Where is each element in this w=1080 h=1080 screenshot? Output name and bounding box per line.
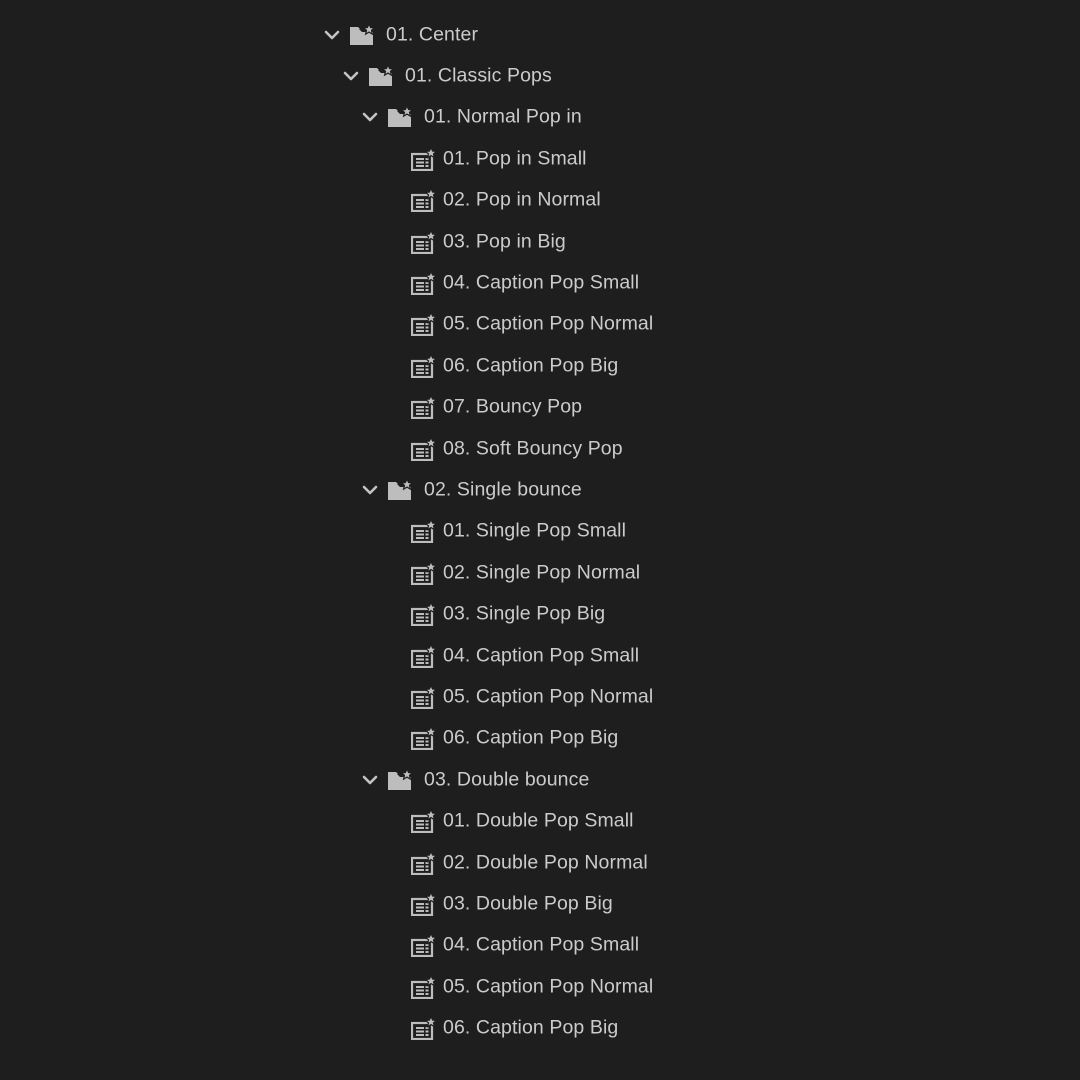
tree-item-preset[interactable]: 05. Caption Pop Normal [0,304,1080,345]
preset-star-icon [410,559,439,585]
preset-star-icon [410,890,439,916]
folder-star-icon [349,22,377,47]
folder-star-icon [368,63,396,88]
tree-item-label: 08. Soft Bouncy Pop [443,437,623,460]
tree-folder-label: 01. Classic Pops [405,64,552,87]
tree-item-label: 04. Caption Pop Small [443,933,640,956]
tree-item-preset[interactable]: 04. Caption Pop Small [0,635,1080,676]
preset-star-icon [410,849,439,875]
preset-star-icon [410,435,439,461]
tree-item-preset[interactable]: 03. Single Pop Big [0,593,1080,634]
preset-star-icon [410,973,439,999]
tree-item-label: 01. Single Pop Small [443,519,627,542]
tree-item-label: 03. Single Pop Big [443,602,606,625]
tree-item-preset[interactable]: 08. Soft Bouncy Pop [0,428,1080,469]
folder-star-icon [387,104,415,129]
tree-item-label: 02. Double Pop Normal [443,851,648,873]
tree-item-preset[interactable]: 06. Caption Pop Big [0,345,1080,386]
tree-item-label: 01. Pop in Small [443,147,587,170]
preset-star-icon [410,932,439,958]
tree-folder-double-bounce[interactable]: 03. Double bounce [0,759,1080,800]
tree-item-label: 01. Double Pop Small [443,809,634,832]
preset-star-icon [410,518,439,544]
tree-folder-label: 03. Double bounce [424,768,590,791]
preset-star-icon [410,601,439,627]
tree-item-preset[interactable]: 02. Pop in Normal [0,180,1080,221]
preset-star-icon [410,311,439,337]
tree-item-label: 05. Caption Pop Normal [443,312,654,335]
tree-item-label: 05. Caption Pop Normal [443,975,654,998]
tree-item-label: 04. Caption Pop Small [443,644,640,667]
chevron-down-icon[interactable] [361,481,379,499]
chevron-down-icon[interactable] [361,108,379,126]
preset-star-icon [410,145,439,171]
tree-item-label: 02. Pop in Normal [443,188,601,211]
tree-item-preset[interactable]: 01. Pop in Small [0,138,1080,179]
tree-item-label: 06. Caption Pop Big [443,1016,619,1039]
tree-item-preset[interactable]: 05. Caption Pop Normal [0,966,1080,1007]
tree-item-label: 03. Double Pop Big [443,892,613,915]
tree-item-preset[interactable]: 04. Caption Pop Small [0,925,1080,966]
tree-folder-label: 01. Center [386,23,479,46]
tree-item-preset[interactable]: 02. Double Pop Normal [0,842,1080,883]
tree-item-preset[interactable]: 07. Bouncy Pop [0,387,1080,428]
chevron-down-icon[interactable] [361,771,379,789]
tree-folder-single-bounce[interactable]: 02. Single bounce [0,469,1080,510]
tree-item-preset[interactable]: 02. Single Pop Normal [0,552,1080,593]
preset-star-icon [410,228,439,254]
tree-item-label: 04. Caption Pop Small [443,271,640,294]
tree-item-preset[interactable]: 01. Double Pop Small [0,800,1080,841]
tree-item-label: 06. Caption Pop Big [443,354,619,377]
tree-folder-label: 02. Single bounce [424,478,582,501]
preset-star-icon [410,352,439,378]
tree-item-preset[interactable]: 01. Single Pop Small [0,511,1080,552]
folder-star-icon [387,767,415,792]
preset-star-icon [410,683,439,710]
preset-star-icon [410,642,439,668]
tree-item-preset[interactable]: 06. Caption Pop Big [0,718,1080,759]
tree-item-label: 05. Caption Pop Normal [443,685,654,708]
tree-item-preset[interactable]: 03. Double Pop Big [0,883,1080,924]
tree-item-preset[interactable]: 06. Caption Pop Big [0,1007,1080,1048]
tree-item-label: 02. Single Pop Normal [443,561,641,584]
preset-star-icon [410,808,439,834]
preset-star-icon [410,187,439,213]
chevron-down-icon[interactable] [342,67,360,85]
tree-item-label: 06. Caption Pop Big [443,726,619,749]
tree-folder-classic-pops[interactable]: 01. Classic Pops [0,55,1080,96]
tree-item-preset[interactable]: 03. Pop in Big [0,221,1080,262]
tree-folder-normal-pop-in[interactable]: 01. Normal Pop in [0,97,1080,138]
preset-star-icon [410,394,439,420]
preset-star-icon [410,725,439,751]
preset-tree: 01. Center 01. Classic Pops 01. Normal P… [0,14,1080,1049]
tree-item-label: 03. Pop in Big [443,230,566,253]
chevron-down-icon[interactable] [323,26,341,44]
tree-item-preset[interactable]: 04. Caption Pop Small [0,262,1080,303]
tree-folder-center[interactable]: 01. Center [0,14,1080,55]
preset-star-icon [410,1015,439,1041]
tree-item-preset[interactable]: 05. Caption Pop Normal [0,676,1080,717]
folder-star-icon [387,477,415,502]
preset-star-icon [410,270,439,296]
tree-item-label: 07. Bouncy Pop [443,395,583,418]
tree-folder-label: 01. Normal Pop in [424,105,582,128]
